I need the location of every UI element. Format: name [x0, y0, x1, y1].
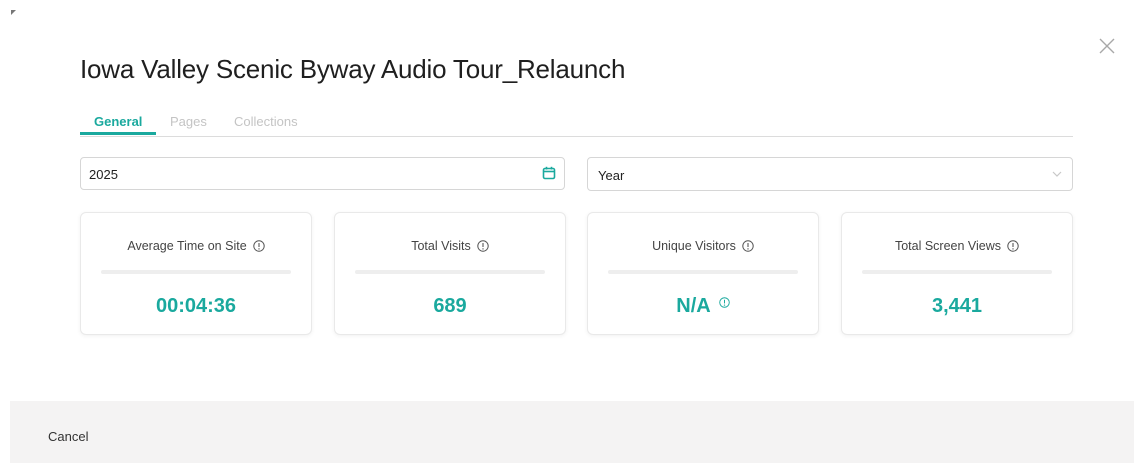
calendar-icon[interactable] [542, 166, 556, 180]
stat-label-row: Total Visits [335, 239, 565, 253]
date-picker-value: 2025 [89, 167, 118, 182]
stat-card-total-screen-views: Total Screen Views 3,441 [841, 212, 1073, 335]
tab-collections[interactable]: Collections [234, 114, 298, 129]
info-icon[interactable] [1007, 240, 1019, 252]
stat-label-row: Unique Visitors [588, 239, 818, 253]
period-select[interactable]: Year [587, 157, 1073, 191]
card-divider [355, 270, 545, 274]
card-divider [608, 270, 798, 274]
card-divider [101, 270, 291, 274]
stat-label-row: Total Screen Views [842, 239, 1072, 253]
card-divider [862, 270, 1052, 274]
stat-label: Total Visits [411, 239, 471, 253]
stat-card-unique-visitors: Unique Visitors N/A [587, 212, 819, 335]
stat-value: 3,441 [931, 295, 983, 317]
stat-value: 689 [433, 295, 467, 317]
tab-bar: General Pages Collections [80, 112, 1073, 137]
tab-general[interactable]: General [94, 114, 142, 129]
info-icon[interactable] [252, 240, 265, 252]
year-date-picker[interactable]: 2025 [80, 157, 565, 190]
stat-label: Average Time on Site [127, 239, 247, 253]
active-tab-indicator [80, 132, 156, 135]
stat-card-average-time: Average Time on Site 00:04:36 [80, 212, 312, 335]
tab-pages[interactable]: Pages [170, 114, 207, 129]
stat-label: Total Screen Views [894, 239, 1002, 253]
stat-card-total-visits: Total Visits 689 [334, 212, 566, 335]
cancel-button[interactable]: Cancel [48, 429, 88, 444]
stat-label-row: Average Time on Site [81, 239, 311, 253]
info-icon[interactable] [718, 297, 730, 308]
info-icon[interactable] [477, 240, 489, 252]
modal-footer: Cancel [10, 401, 1134, 463]
modal-title: Iowa Valley Scenic Byway Audio Tour_Rela… [80, 54, 626, 84]
stat-value-row: N/A [588, 295, 818, 318]
corner-mark [11, 10, 16, 15]
stat-value: N/A [676, 295, 711, 317]
stat-label: Unique Visitors [652, 239, 736, 253]
info-icon[interactable] [742, 240, 754, 252]
period-select-value: Year [598, 168, 625, 183]
chevron-down-icon [1052, 170, 1062, 178]
close-icon[interactable] [1098, 37, 1116, 55]
stat-value: 00:04:36 [155, 295, 237, 317]
